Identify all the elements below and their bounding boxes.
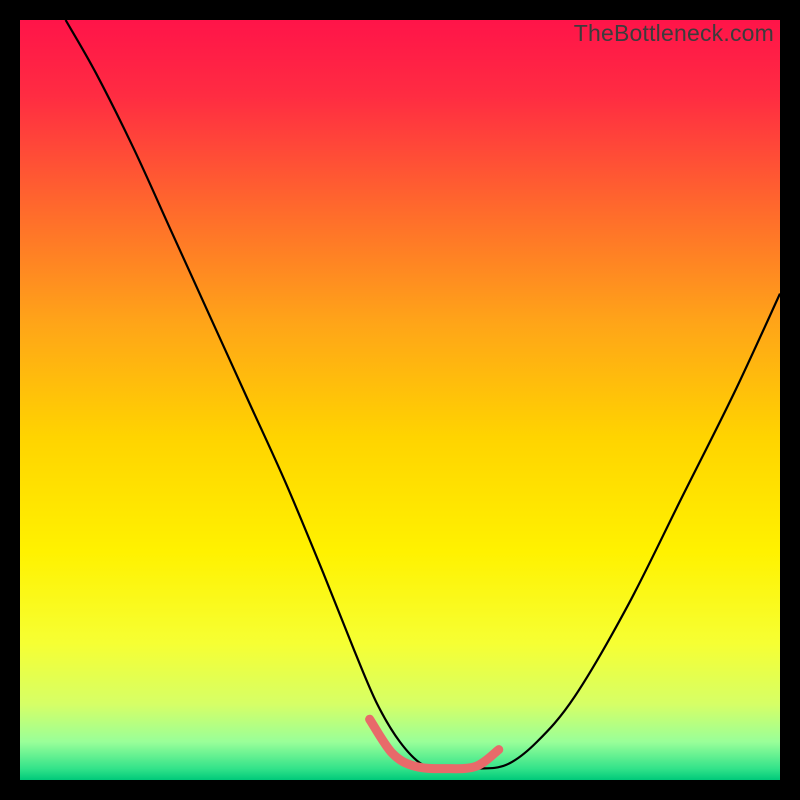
curve-layer <box>20 20 780 780</box>
plot-area: TheBottleneck.com <box>20 20 780 780</box>
bottleneck-curve <box>66 20 780 769</box>
chart-frame: TheBottleneck.com <box>0 0 800 800</box>
